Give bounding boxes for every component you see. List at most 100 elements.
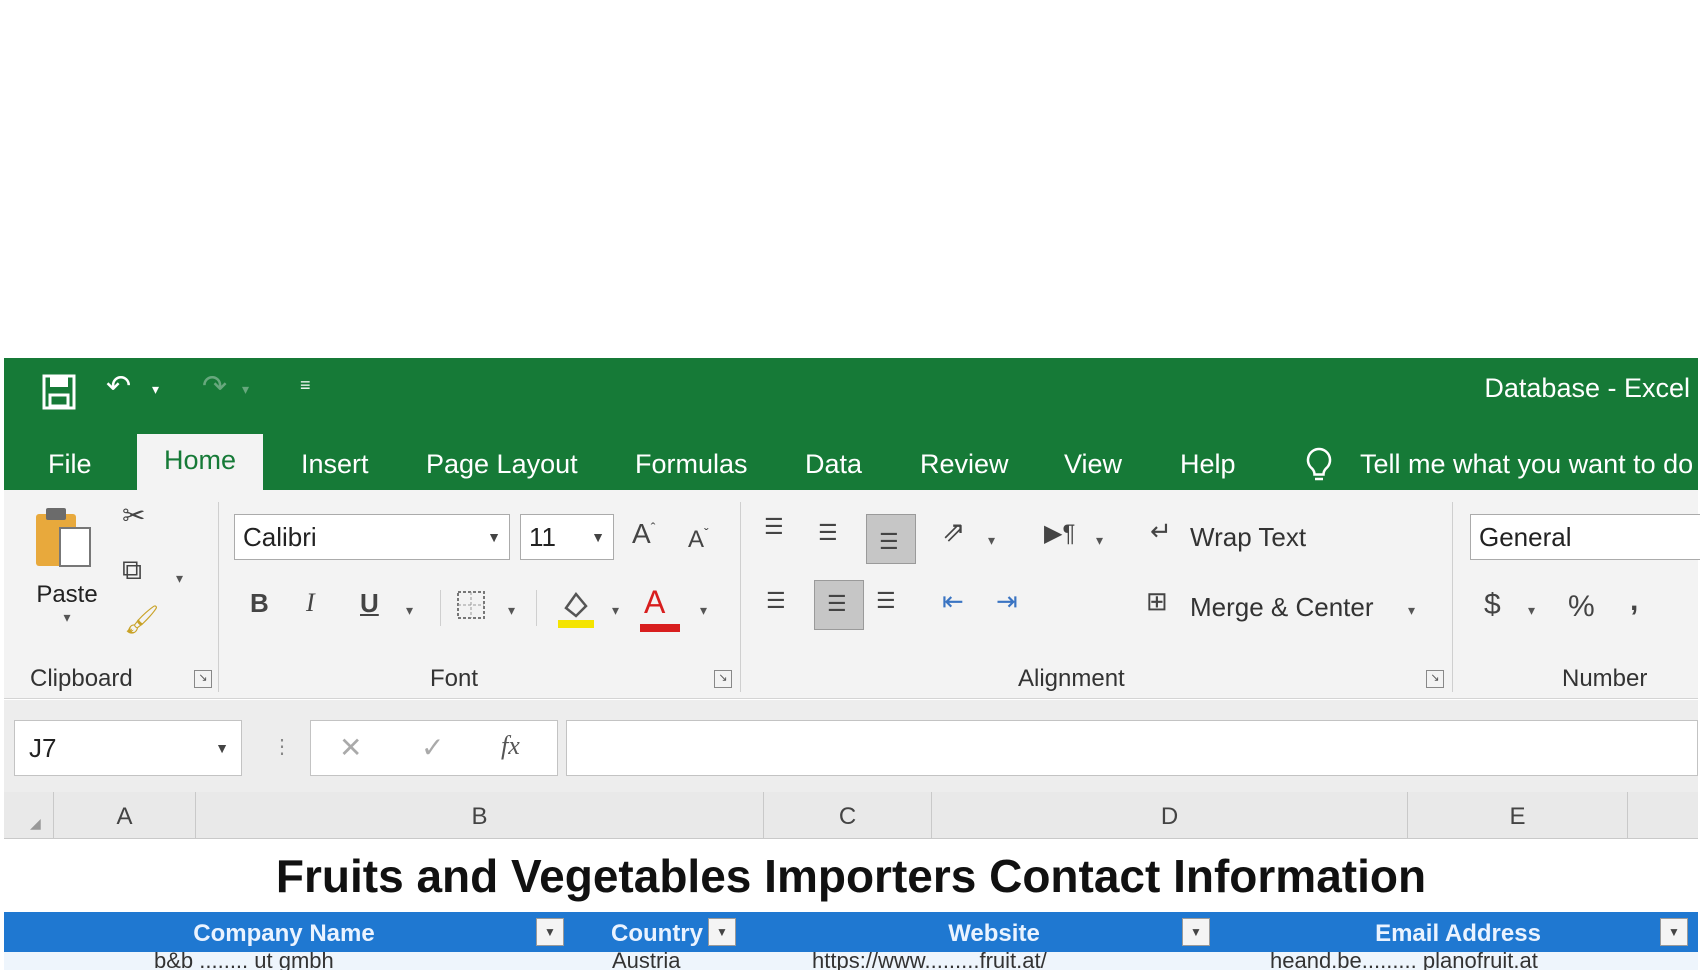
underline-dropdown-icon[interactable]: ▾ — [406, 602, 413, 619]
tab-view[interactable]: View — [1060, 438, 1126, 490]
window-title: Database - Excel — [1484, 373, 1690, 403]
cell-website[interactable]: https://www.........fruit.at/ — [812, 952, 1047, 970]
column-header-a[interactable]: A — [54, 792, 196, 838]
column-header-b[interactable]: B — [196, 792, 764, 838]
header-email-address[interactable]: Email Address — [1218, 912, 1698, 952]
column-header-d[interactable]: D — [932, 792, 1408, 838]
tab-page-layout[interactable]: Page Layout — [422, 438, 582, 490]
merge-center-button[interactable]: Merge & Center — [1190, 594, 1374, 620]
clipboard-launcher-icon[interactable]: ↘ — [194, 670, 212, 688]
align-left-icon[interactable]: ☰ — [766, 590, 786, 612]
font-color-dropdown-icon[interactable]: ▾ — [700, 602, 707, 619]
wrap-text-button[interactable]: Wrap Text — [1190, 524, 1306, 550]
column-header-e[interactable]: E — [1408, 792, 1628, 838]
borders-icon[interactable] — [456, 590, 486, 625]
column-header-c[interactable]: C — [764, 792, 932, 838]
italic-button[interactable]: I — [306, 590, 315, 616]
align-center-button[interactable]: ☰ — [814, 580, 864, 630]
bold-button[interactable]: B — [250, 590, 269, 616]
tab-review[interactable]: Review — [916, 438, 1013, 490]
font-name-select[interactable]: Calibri ▼ — [234, 514, 510, 560]
copy-icon[interactable]: ⧉ — [122, 556, 142, 584]
redo-icon[interactable]: ↷ — [202, 372, 227, 402]
cell-company-name[interactable]: b&b ........ ut gmbh — [154, 952, 334, 970]
tab-file[interactable]: File — [44, 438, 96, 490]
orientation-dropdown-icon[interactable]: ▾ — [988, 532, 995, 549]
customize-qat-icon[interactable]: ≡ — [300, 376, 311, 394]
grow-font-button[interactable]: Aˆ — [632, 520, 655, 548]
orientation-icon[interactable]: ⇗ — [942, 518, 965, 546]
tab-data[interactable]: Data — [801, 438, 866, 490]
insert-function-icon[interactable]: fx — [501, 731, 520, 761]
alignment-launcher-icon[interactable]: ↘ — [1426, 670, 1444, 688]
sheet-title-cell[interactable]: Fruits and Vegetables Importers Contact … — [4, 844, 1698, 908]
save-icon[interactable] — [42, 374, 76, 416]
formula-input[interactable] — [566, 720, 1698, 776]
formula-bar-grip-icon[interactable]: ⋮ — [272, 734, 292, 759]
paste-button[interactable]: Paste ▾ — [32, 506, 102, 646]
paste-label: Paste — [36, 581, 98, 608]
text-direction-dropdown-icon[interactable]: ▾ — [1096, 532, 1103, 549]
font-name-value: Calibri — [243, 522, 317, 552]
paste-icon — [36, 508, 91, 567]
paste-dropdown-icon[interactable]: ▾ — [32, 609, 102, 626]
merge-center-icon[interactable]: ⊞ — [1146, 588, 1168, 614]
borders-dropdown-icon[interactable]: ▾ — [508, 602, 515, 619]
decrease-indent-icon[interactable]: ⇤ — [942, 588, 964, 614]
merge-center-dropdown-icon[interactable]: ▾ — [1408, 602, 1415, 619]
fill-color-dropdown-icon[interactable]: ▾ — [612, 602, 619, 619]
undo-icon[interactable]: ↶ — [106, 372, 131, 402]
number-format-value: General — [1479, 522, 1572, 552]
divider — [536, 590, 537, 626]
name-box[interactable]: J7 ▼ — [14, 720, 242, 776]
bottom-align-button[interactable]: ☰ — [866, 514, 916, 564]
formula-controls: ✕ ✓ fx — [310, 720, 558, 776]
country-filter-active-button[interactable]: ▼ — [708, 918, 736, 946]
currency-button[interactable]: $ — [1484, 590, 1501, 620]
middle-align-icon[interactable]: ☰ — [818, 522, 838, 544]
divider — [740, 502, 741, 692]
email-address-filter-button[interactable]: ▼ — [1660, 918, 1688, 946]
website-filter-button[interactable]: ▼ — [1182, 918, 1210, 946]
select-all-corner[interactable]: ◢ — [4, 792, 54, 838]
font-group-label: Font — [430, 665, 479, 692]
fill-color-icon[interactable] — [556, 586, 596, 635]
cell-email-address[interactable]: heand.be......... planofruit.at — [1270, 952, 1538, 970]
copy-dropdown-icon[interactable]: ▾ — [176, 570, 183, 587]
format-painter-icon[interactable]: 🖌 — [124, 606, 160, 634]
header-company-name[interactable]: Company Name — [4, 912, 564, 952]
lightbulb-icon[interactable] — [1300, 438, 1338, 490]
table-header-row: Company Name ▼ Country ▼ Website ▼ Email… — [4, 912, 1698, 952]
cancel-icon[interactable]: ✕ — [339, 731, 362, 764]
currency-dropdown-icon[interactable]: ▾ — [1528, 602, 1535, 619]
number-format-select[interactable]: General — [1470, 514, 1700, 560]
company-name-filter-button[interactable]: ▼ — [536, 918, 564, 946]
shrink-font-button[interactable]: Aˇ — [688, 526, 709, 552]
font-size-dropdown-icon: ▼ — [591, 529, 605, 545]
wrap-text-icon[interactable]: ↵ — [1150, 518, 1172, 544]
column-header-f[interactable] — [1628, 792, 1698, 838]
top-align-icon[interactable]: ☰ — [764, 516, 784, 538]
header-website[interactable]: Website — [744, 912, 1244, 952]
font-launcher-icon[interactable]: ↘ — [714, 670, 732, 688]
cell-country[interactable]: Austria — [612, 952, 680, 970]
tab-formulas[interactable]: Formulas — [631, 438, 752, 490]
name-box-dropdown-icon[interactable]: ▼ — [215, 721, 229, 775]
font-size-select[interactable]: 11 ▼ — [520, 514, 614, 560]
comma-button[interactable]: , — [1630, 586, 1638, 616]
tell-me-search[interactable]: Tell me what you want to do — [1356, 438, 1697, 490]
font-color-icon[interactable]: A — [640, 586, 680, 632]
undo-dropdown-icon[interactable]: ▾ — [152, 382, 159, 396]
redo-dropdown-icon[interactable]: ▾ — [242, 382, 249, 396]
increase-indent-icon[interactable]: ⇥ — [996, 588, 1018, 614]
tab-insert[interactable]: Insert — [297, 438, 373, 490]
tab-home[interactable]: Home — [137, 434, 264, 490]
percent-button[interactable]: % — [1568, 592, 1595, 622]
underline-button[interactable]: U — [360, 590, 379, 616]
text-direction-icon[interactable]: ▶¶ — [1044, 522, 1075, 546]
tab-help[interactable]: Help — [1176, 438, 1240, 490]
align-right-icon[interactable]: ☰ — [876, 590, 896, 612]
font-color-swatch — [640, 624, 680, 632]
enter-icon[interactable]: ✓ — [421, 731, 444, 764]
cut-icon[interactable]: ✂ — [122, 502, 145, 530]
